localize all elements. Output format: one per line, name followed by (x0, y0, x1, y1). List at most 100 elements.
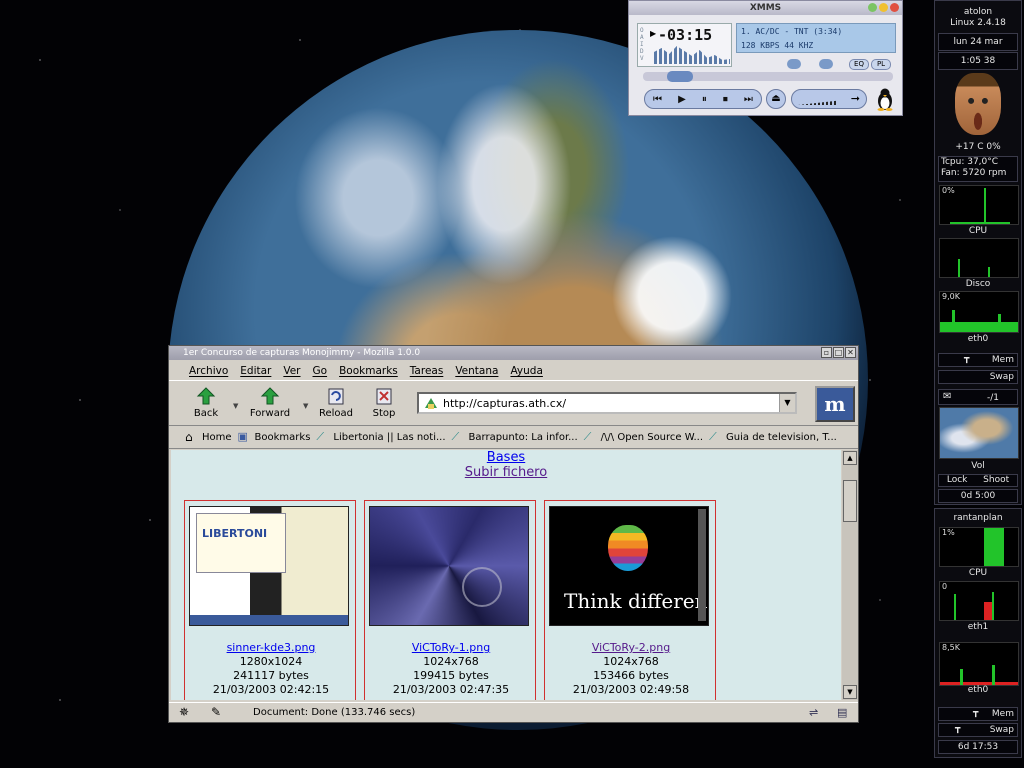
file-link[interactable]: sinner-kde3.png (227, 641, 316, 654)
menu-ver[interactable]: Ver (277, 361, 306, 380)
eth0-graph[interactable]: 9,0K (939, 291, 1019, 333)
menu-tareas[interactable]: Tareas (404, 361, 450, 380)
thumbnail-text: Think differen (564, 589, 708, 613)
file-size: 241117 bytes (233, 669, 309, 682)
bookmark-bookmarks[interactable]: ▣ Bookmarks (238, 431, 311, 444)
mozilla-throbber-logo[interactable]: m (815, 386, 855, 422)
bookmark-guia-tv[interactable]: ⟋ Guia de television, T... (709, 431, 837, 444)
lock-button[interactable]: Lock (947, 475, 968, 486)
bookmark-label: Home (202, 432, 232, 443)
page-content[interactable]: Bases Subir fichero LIBERTONI sinner-kde… (171, 450, 841, 700)
eth1-value: 0 (942, 582, 948, 591)
bases-link[interactable]: Bases (487, 450, 525, 465)
screenshot-thumbnail[interactable] (369, 506, 529, 626)
stop-label: Stop (372, 408, 396, 419)
balance-slider[interactable] (819, 59, 833, 69)
sensor-panel: Tcpu: 37,0°C Fan: 5720 rpm (938, 156, 1018, 182)
vertical-scrollbar[interactable]: ▲ ▼ (842, 450, 858, 700)
bookmark-libertonia[interactable]: ⟋ Libertonia || Las noti... (316, 431, 445, 444)
main-volume-control[interactable]: ➞ (791, 89, 867, 109)
back-button[interactable]: Back (181, 386, 231, 422)
menu-go[interactable]: Go (307, 361, 334, 380)
stop-icon[interactable]: ⏹ (723, 94, 728, 105)
scroll-up-icon[interactable]: ▲ (843, 451, 857, 465)
scroll-down-icon[interactable]: ▼ (843, 685, 857, 699)
bookmark-opensource[interactable]: ⟋ /\/\ Open Source W... (584, 431, 703, 444)
disk-label: Disco (965, 279, 991, 289)
back-dropdown-icon[interactable]: ▼ (233, 402, 238, 410)
stop-button[interactable]: Stop (359, 386, 409, 422)
bookmark-barrapunto[interactable]: ⟋ Barrapunto: La infor... (452, 431, 578, 444)
bookmark-label: Guia de television, T... (726, 432, 837, 443)
menu-editar[interactable]: Editar (234, 361, 277, 380)
composer-icon[interactable]: ✎ (211, 705, 221, 719)
hostname: atolon (963, 7, 993, 17)
online-status-icon[interactable]: ⇌ (809, 706, 818, 719)
cpu-label: CPU (968, 226, 988, 236)
xmms-player: XMMS OAIDV ▶ -03:15 1. AC/DC - TNT (3:34… (628, 0, 903, 116)
page-proxy-icon[interactable] (423, 396, 439, 410)
scrollbar-thumb[interactable] (843, 480, 857, 522)
remote-eth0-graph[interactable]: 8,5K (939, 642, 1019, 686)
screenshot-thumbnail[interactable]: LIBERTONI (189, 506, 349, 626)
lock-shoot-buttons: Lock Shoot (938, 474, 1018, 487)
shoot-button[interactable]: Shoot (983, 475, 1009, 486)
swap-meter: Swap (938, 370, 1018, 384)
file-dimensions: 1024x768 (603, 655, 659, 668)
disk-graph[interactable] (939, 238, 1019, 278)
shade-icon[interactable] (879, 3, 888, 12)
xmms-titlebar[interactable]: XMMS (629, 1, 902, 15)
minimize-icon[interactable] (868, 3, 877, 12)
eq-toggle-button[interactable]: EQ (849, 59, 869, 70)
menu-bookmarks[interactable]: Bookmarks (333, 361, 404, 380)
minimize-icon[interactable]: ▫ (821, 347, 832, 358)
previous-icon[interactable]: ⏮ (653, 94, 662, 105)
earth-minimap[interactable] (939, 407, 1019, 459)
pl-toggle-button[interactable]: PL (871, 59, 891, 70)
next-icon[interactable]: ⏭ (744, 94, 753, 105)
url-history-dropdown-icon[interactable]: ▼ (779, 394, 795, 412)
bookmark-home[interactable]: ⌂ Home (185, 431, 232, 444)
file-link[interactable]: ViCToRy-1.png (412, 641, 490, 654)
seek-bar[interactable] (643, 71, 893, 82)
cpu-percent: 0% (942, 186, 955, 195)
reload-button[interactable]: Reload (311, 386, 361, 422)
remote-eth0-label: eth0 (967, 685, 989, 695)
cpu-graph[interactable]: 0% (939, 185, 1019, 225)
file-link[interactable]: ViCToRy-2.png (592, 641, 670, 654)
url-input[interactable] (443, 395, 773, 411)
play-icon[interactable]: ▶ (678, 94, 686, 105)
forward-dropdown-icon[interactable]: ▼ (303, 402, 308, 410)
seek-knob[interactable] (667, 71, 693, 82)
menu-ventana[interactable]: Ventana (449, 361, 504, 380)
xmms-time-display[interactable]: OAIDV ▶ -03:15 (637, 23, 732, 67)
graph-fill (984, 528, 1004, 566)
mail-checker[interactable]: ✉ -/1 (938, 389, 1018, 405)
upload-file-link[interactable]: Subir fichero (465, 465, 547, 480)
volume-slider[interactable] (787, 59, 801, 69)
navigator-icon[interactable]: ✵ (179, 705, 189, 719)
forward-button[interactable]: Forward (245, 386, 295, 422)
maximize-icon[interactable]: □ (833, 347, 844, 358)
spectrum-analyzer[interactable] (654, 46, 730, 64)
pause-icon[interactable]: ⏸ (702, 94, 707, 105)
graph-spike (998, 314, 1001, 332)
menu-archivo[interactable]: Archivo (183, 361, 234, 380)
graph-spike (958, 259, 960, 277)
eth1-graph[interactable]: 0 (939, 581, 1019, 621)
screenshot-thumbnail[interactable]: Think differen (549, 506, 709, 626)
remote-eth0-value: 8,5K (942, 643, 960, 652)
close-icon[interactable]: ✕ (845, 347, 856, 358)
uptime-display: 0d 5:00 (938, 489, 1018, 503)
window-title: 1er Concurso de capturas Monojimmy - Moz… (183, 348, 421, 358)
security-lock-icon[interactable]: ▤ (837, 706, 847, 719)
window-titlebar[interactable]: 1er Concurso de capturas Monojimmy - Moz… (169, 346, 858, 360)
forward-arrow-icon (260, 387, 280, 405)
remote-cpu-graph[interactable]: 1% (939, 527, 1019, 567)
menu-ayuda[interactable]: Ayuda (504, 361, 548, 380)
file-caption: ViCToRy-2.png 1024x768 153466 bytes 21/0… (545, 641, 717, 697)
date-display: lun 24 mar (938, 33, 1018, 51)
eject-button[interactable]: ⏏ (766, 89, 786, 109)
mem-meter: ┳ Mem (938, 353, 1018, 367)
close-icon[interactable] (890, 3, 899, 12)
